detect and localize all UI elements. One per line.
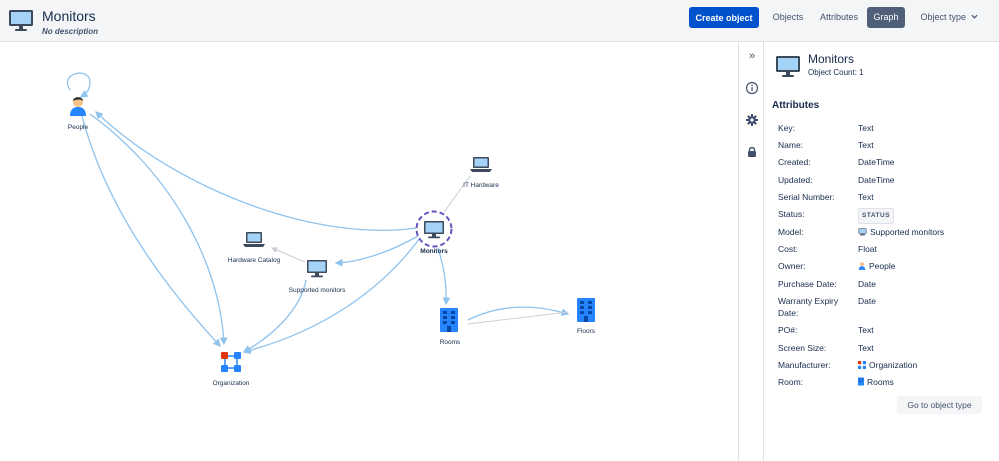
info-icon[interactable]: [745, 81, 759, 95]
chevron-down-icon: [970, 14, 978, 19]
double-chevron-right-icon[interactable]: »: [745, 49, 759, 63]
edge-people-org-2: [89, 113, 228, 346]
edge-monitors-people: [95, 111, 417, 231]
building-icon[interactable]: [577, 298, 595, 322]
object-count: Object Count: 1: [808, 68, 864, 77]
attribute-value[interactable]: Organization: [858, 359, 917, 371]
attribute-link-text: People: [869, 261, 896, 271]
attribute-key: Owner:: [778, 261, 806, 271]
attribute-key: Status:: [778, 209, 805, 219]
attribute-value: STATUS: [858, 208, 895, 224]
laptop-icon[interactable]: [470, 155, 492, 173]
graph-edges: [66, 72, 570, 355]
organization-icon: [858, 361, 866, 369]
node-label-people: People: [67, 124, 89, 131]
attribute-value[interactable]: Supported monitors: [858, 226, 944, 238]
building-icon: [858, 377, 864, 386]
attribute-value: Date: [858, 279, 876, 289]
edge-people-org-1: [81, 115, 221, 347]
organization-icon[interactable]: [221, 352, 241, 372]
monitor-icon: [776, 56, 800, 77]
edge-monitors-rooms: [437, 247, 451, 306]
attribute-value: DateTime: [858, 157, 895, 167]
attribute-key: Screen Size:: [778, 343, 827, 353]
laptop-icon[interactable]: [243, 230, 265, 248]
node-label-monitors: Monitors: [420, 248, 448, 255]
page-header: Monitors No description Create object Ob…: [0, 0, 999, 42]
graph-canvas[interactable]: People IT Hardware Monitors Hardware Cat…: [0, 42, 738, 461]
attribute-link-text: Organization: [869, 360, 918, 370]
attribute-key: Key:: [778, 123, 796, 133]
attribute-key: Updated:: [778, 175, 813, 185]
attribute-key: PO#:: [778, 325, 798, 335]
monitor-icon[interactable]: [306, 259, 328, 279]
person-icon[interactable]: [68, 94, 88, 116]
attribute-key: Serial Number:: [778, 192, 835, 202]
attribute-value[interactable]: Rooms: [858, 376, 894, 388]
tab-object-type-label: Object type: [920, 12, 966, 22]
attribute-value: Date: [858, 296, 876, 306]
attribute-value: Text: [858, 140, 874, 150]
attribute-key: Manufacturer:: [778, 360, 831, 370]
attribute-value: Text: [858, 192, 874, 202]
page-description: No description: [42, 27, 99, 36]
attribute-key: Created:: [778, 157, 811, 167]
attribute-value[interactable]: People: [858, 260, 895, 272]
attribute-key: Room:: [778, 377, 804, 387]
edge-monitors-supported: [334, 235, 419, 267]
attribute-value: Text: [858, 343, 874, 353]
attribute-key: Warranty Expiry Date:: [778, 296, 839, 318]
node-label-rooms: Rooms: [439, 339, 461, 346]
lock-icon[interactable]: [745, 145, 759, 159]
object-type-details-panel: Monitors Object Count: 1 Attributes Key:…: [764, 42, 999, 461]
attribute-key: Purchase Date:: [778, 279, 837, 289]
attribute-key: Name:: [778, 140, 804, 150]
attribute-value: Float: [858, 244, 877, 254]
attribute-link-text: Rooms: [867, 377, 894, 387]
attribute-value: DateTime: [858, 175, 895, 185]
attribute-key: Model:: [778, 227, 804, 237]
panel-title: Monitors: [808, 52, 855, 66]
gear-icon[interactable]: [745, 113, 759, 127]
tab-object-type[interactable]: Object type: [912, 7, 986, 28]
person-icon: [858, 262, 866, 270]
tab-graph[interactable]: Graph: [867, 7, 905, 28]
edge-monitors-org: [242, 237, 421, 355]
attribute-key: Cost:: [778, 244, 798, 254]
status-badge: STATUS: [858, 208, 895, 224]
attribute-value: Text: [858, 325, 874, 335]
monitor-node[interactable]: [415, 210, 453, 248]
node-label-floors: Floors: [576, 328, 596, 335]
node-label-hardware-catalog: Hardware Catalog: [227, 257, 281, 264]
building-icon[interactable]: [440, 308, 458, 332]
create-object-button[interactable]: Create object: [689, 7, 759, 28]
tab-objects[interactable]: Objects: [766, 7, 810, 28]
panel-toolbar: »: [738, 42, 764, 461]
node-label-it-hardware: IT Hardware: [463, 182, 499, 189]
node-label-supported-monitors: Supported monitors: [288, 287, 346, 294]
attribute-link-text: Supported monitors: [870, 227, 945, 237]
page-title: Monitors: [42, 8, 96, 24]
attributes-heading: Attributes: [772, 100, 820, 111]
tab-attributes[interactable]: Attributes: [814, 7, 864, 28]
monitor-icon: [858, 228, 867, 236]
go-to-object-type-button[interactable]: Go to object type: [897, 396, 982, 414]
node-label-organization: Organization: [212, 380, 250, 387]
monitor-icon: [9, 10, 33, 31]
attribute-value: Text: [858, 123, 874, 133]
